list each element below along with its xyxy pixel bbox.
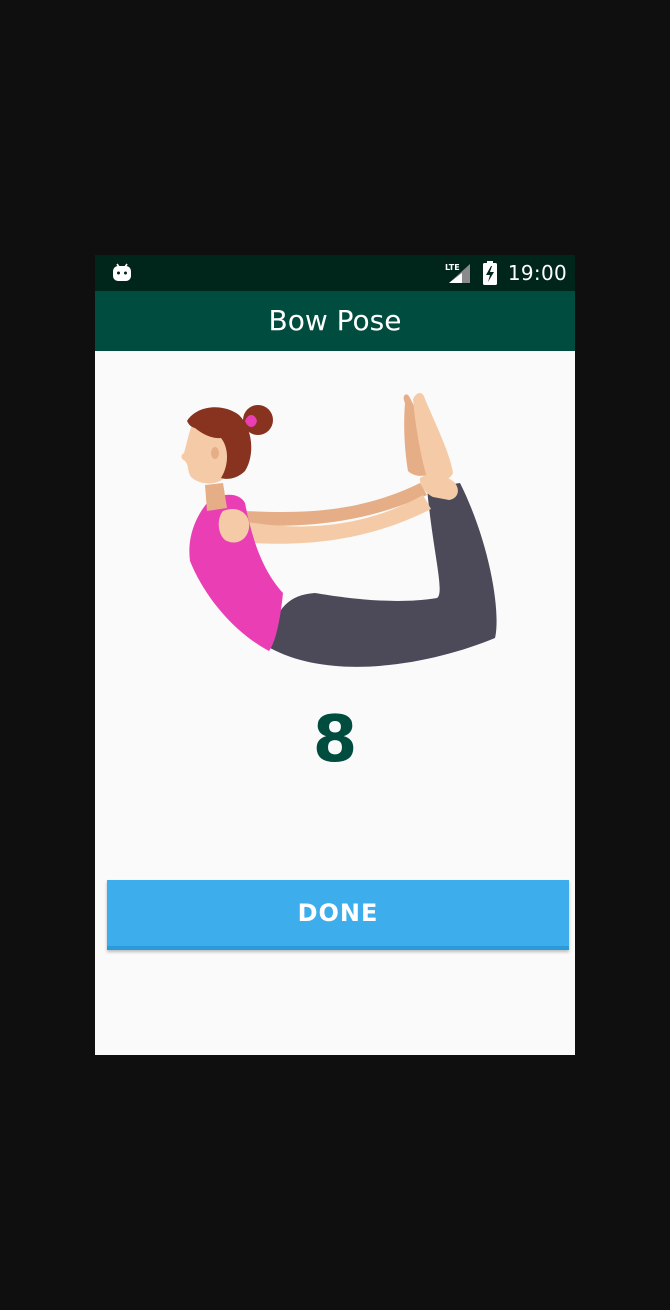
lte-signal-icon: LTE [445,263,470,283]
device-screen: LTE 19:00 Bow Pose 8 DONE [95,255,575,1055]
rep-counter: 8 [312,703,358,777]
done-button[interactable]: DONE [107,880,569,950]
page-title: Bow Pose [268,304,402,337]
android-debug-icon [113,263,131,281]
bow-pose-illustration [181,393,497,667]
battery-charging-icon [483,261,497,285]
svg-text:LTE: LTE [445,263,460,272]
status-bar: LTE 19:00 [95,255,575,291]
app-bar: Bow Pose [95,291,575,351]
status-clock: 19:00 [507,261,567,285]
